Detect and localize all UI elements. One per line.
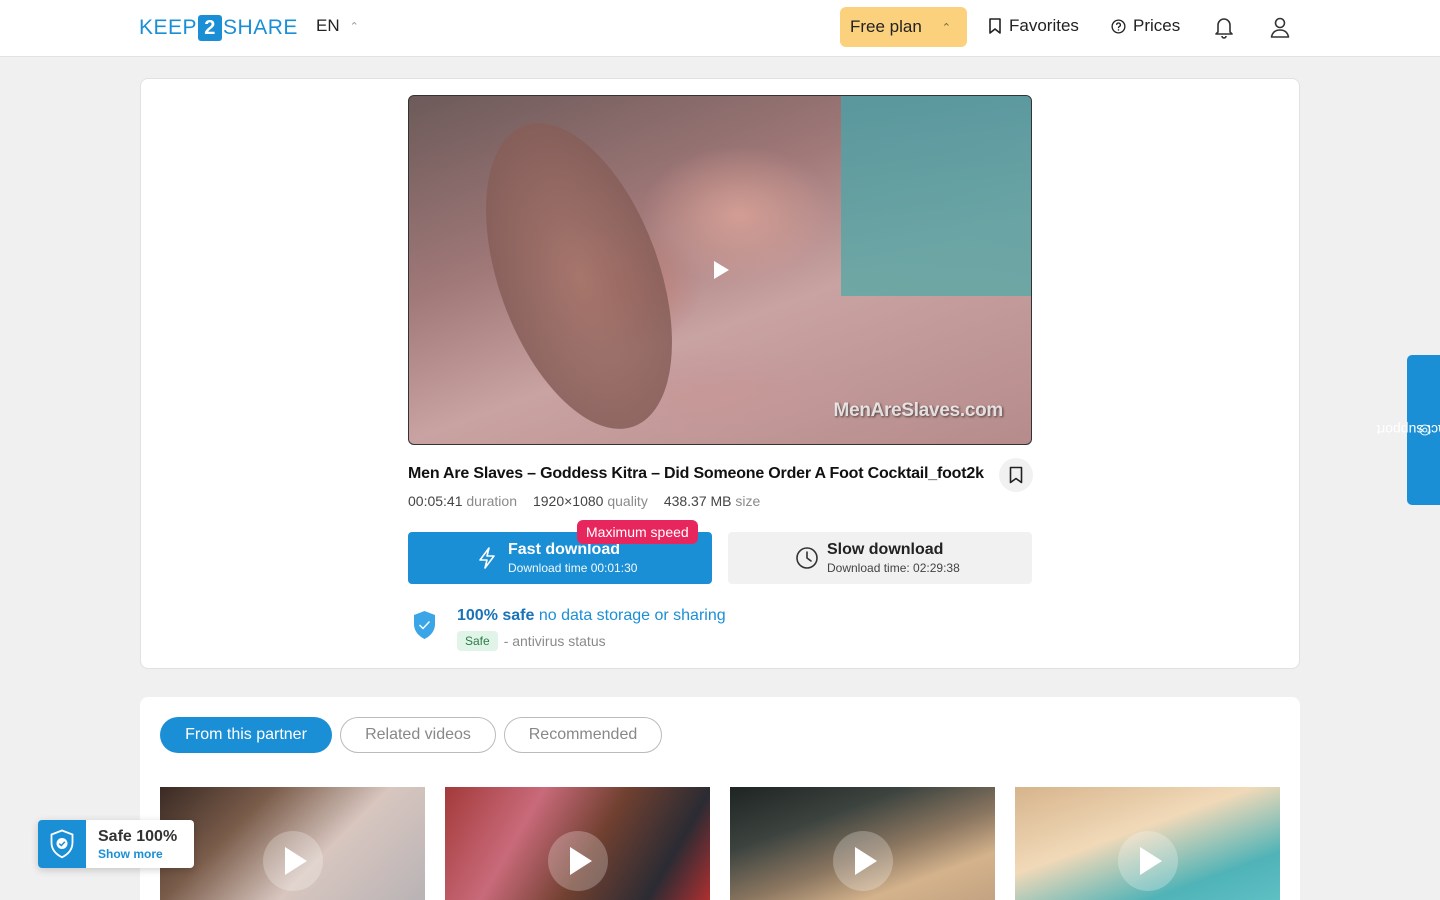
tab-from-this-partner[interactable]: From this partner	[160, 717, 332, 753]
video-thumbnail[interactable]	[160, 787, 425, 900]
tab-related-videos[interactable]: Related videos	[340, 717, 496, 753]
video-thumbnail[interactable]	[445, 787, 710, 900]
antivirus-badge: Safe	[457, 631, 498, 651]
bookmark-icon	[989, 18, 1001, 34]
prices-label: Prices	[1133, 16, 1181, 35]
safe-widget-title: Safe 100%	[98, 828, 178, 845]
duration-meta: 00:05:41 duration	[408, 493, 517, 509]
size-value: 438.37 MB	[663, 493, 732, 509]
slow-download-time: Download time: 02:29:38	[827, 561, 960, 575]
antivirus-status: Safe - antivirus status	[457, 631, 606, 651]
logo-left: KEEP	[139, 16, 198, 39]
maximum-speed-badge: Maximum speed	[577, 520, 698, 544]
video-thumbnail[interactable]	[1015, 787, 1280, 900]
file-meta: 00:05:41 duration 1920×1080 quality 438.…	[408, 493, 760, 509]
quality-value: 1920×1080	[532, 493, 604, 509]
play-icon	[284, 847, 307, 875]
shield-check-icon	[414, 611, 435, 639]
plan-label: Free plan	[850, 17, 922, 36]
safety-statement: 100% safe no data storage or sharing	[457, 607, 726, 625]
chevron-up-icon: ⌃	[941, 21, 951, 34]
video-thumbnail[interactable]	[730, 787, 995, 900]
favorites-label: Favorites	[1009, 16, 1079, 35]
plan-dropdown[interactable]: Free plan ⌃	[840, 7, 967, 47]
safe-100-widget[interactable]: Safe 100% Show more	[38, 820, 194, 868]
logo[interactable]: KEEP 2 SHARE	[139, 14, 298, 42]
size-label: size	[735, 493, 761, 509]
account-button[interactable]	[1267, 14, 1293, 40]
duration-label: duration	[466, 493, 517, 509]
language-label: EN	[316, 16, 340, 35]
shield-check-icon	[50, 829, 74, 859]
header: KEEP 2 SHARE EN ⌃ Free plan ⌃ Favorites …	[0, 0, 1440, 57]
language-selector[interactable]: EN ⌃	[316, 16, 359, 36]
play-icon	[854, 847, 877, 875]
play-icon[interactable]	[714, 261, 729, 279]
contact-support-text: contact support	[1375, 422, 1440, 438]
play-icon	[1139, 847, 1162, 875]
logo-right: SHARE	[223, 16, 298, 39]
play-icon	[569, 847, 592, 875]
video-frame-subject	[449, 98, 709, 444]
duration-value: 00:05:41	[408, 493, 463, 509]
slow-download-button[interactable]: Slow download Download time: 02:29:38	[728, 532, 1032, 584]
user-icon	[1270, 17, 1290, 38]
quality-meta: 1920×1080 quality	[533, 493, 648, 509]
logo-number: 2	[198, 15, 223, 41]
contact-support-tab[interactable]: ◎ contact support	[1376, 355, 1440, 505]
chevron-up-icon: ⌃	[349, 20, 359, 33]
size-meta: 438.37 MB size	[664, 493, 761, 509]
bookmark-icon	[1009, 466, 1023, 484]
video-watermark: MenAreSlaves.com	[833, 400, 1004, 421]
lightning-icon	[479, 547, 495, 569]
prices-link[interactable]: Prices	[1111, 16, 1180, 36]
antivirus-label: - antivirus status	[503, 633, 606, 649]
video-frame-background	[841, 96, 1031, 296]
file-title: Men Are Slaves – Goddess Kitra – Did Som…	[408, 465, 984, 482]
slow-download-title: Slow download	[827, 541, 944, 558]
contact-support-label: ◎ contact support	[1376, 422, 1440, 438]
video-preview[interactable]: MenAreSlaves.com	[408, 95, 1032, 445]
help-circle-icon	[1111, 18, 1126, 34]
favorites-link[interactable]: Favorites	[988, 16, 1079, 36]
show-more-link[interactable]: Show more	[98, 847, 163, 861]
safety-bold: 100% safe	[457, 607, 535, 624]
clock-icon	[796, 547, 818, 569]
quality-label: quality	[607, 493, 648, 509]
notifications-button[interactable]	[1211, 14, 1237, 40]
add-favorite-button[interactable]	[999, 458, 1033, 492]
fast-download-time: Download time 00:01:30	[508, 561, 638, 575]
safety-text[interactable]: no data storage or sharing	[539, 607, 726, 624]
bell-icon	[1215, 18, 1233, 39]
safe-widget-icon-box	[38, 820, 86, 868]
tab-recommended[interactable]: Recommended	[504, 717, 662, 753]
